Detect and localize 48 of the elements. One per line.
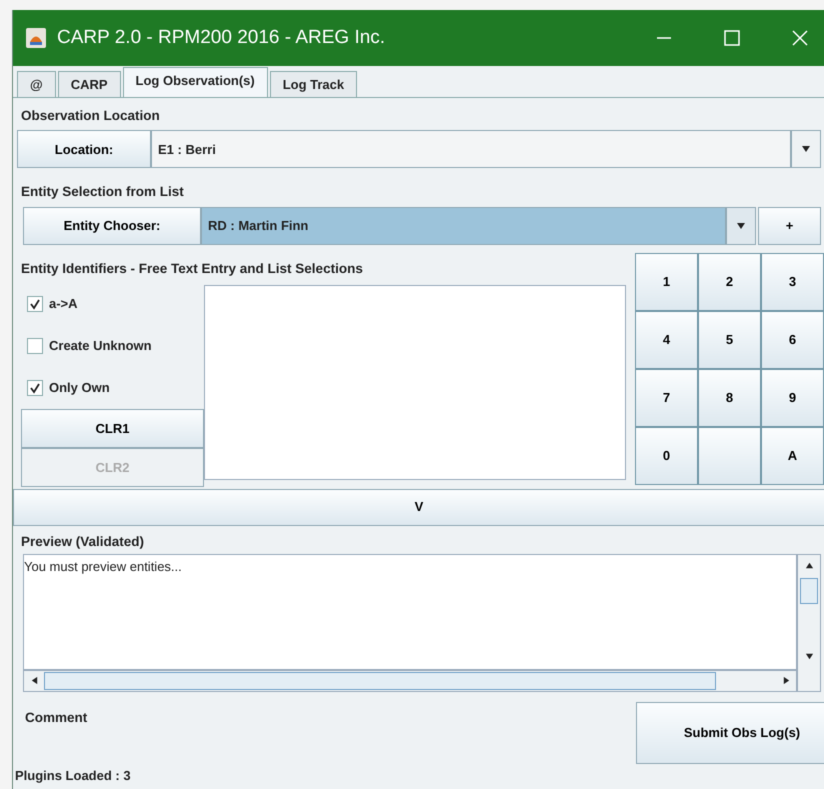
window-title: CARP 2.0 - RPM200 2016 - AREG Inc. — [57, 26, 386, 50]
checkbox[interactable] — [27, 338, 43, 354]
location-button[interactable]: Location: — [17, 130, 151, 168]
preview-text: You must preview entities... — [24, 558, 183, 576]
tab[interactable]: @ — [17, 71, 56, 97]
app-icon — [25, 27, 47, 49]
scroll-right-icon[interactable] — [782, 676, 790, 686]
vertical-scrollbar[interactable] — [797, 554, 821, 692]
keypad-button[interactable]: 1 — [635, 252, 698, 310]
keypad-button[interactable] — [698, 426, 761, 484]
checkbox-label: a->A — [49, 295, 78, 313]
keypad-button[interactable]: 8 — [698, 368, 761, 426]
keypad-button[interactable]: 0 — [635, 426, 698, 484]
tab[interactable]: CARP — [58, 71, 121, 97]
checkbox[interactable] — [27, 296, 43, 312]
horizontal-scrollbar[interactable] — [23, 670, 797, 692]
expand-button[interactable]: V — [13, 488, 824, 526]
scroll-down-icon[interactable] — [804, 652, 814, 661]
keypad-button[interactable]: A — [761, 426, 824, 484]
comment-label: Comment — [24, 708, 88, 727]
section-heading: Observation Location — [20, 107, 161, 125]
keypad-button[interactable]: 3 — [761, 252, 824, 310]
section-heading: Entity Selection from List — [20, 183, 185, 202]
entity-chooser-button[interactable]: Entity Chooser: — [23, 206, 201, 244]
keypad-button[interactable]: 7 — [635, 368, 698, 426]
add-button[interactable]: + — [758, 206, 821, 244]
submit-button[interactable]: Submit Obs Log(s) — [636, 702, 824, 764]
section-heading: Entity Identifiers - Free Text Entry and List Selections — [20, 260, 364, 278]
checkbox[interactable] — [27, 380, 43, 396]
section-heading: Preview (Validated) — [20, 532, 146, 551]
keypad-button[interactable]: 6 — [761, 310, 824, 368]
tab[interactable]: Log Track — [270, 71, 358, 97]
scrollbar-thumb[interactable] — [44, 672, 716, 690]
location-dropdown[interactable]: E1 : Berri — [151, 130, 791, 168]
tab[interactable]: Log Observation(s) — [122, 67, 268, 97]
dropdown-arrow-icon[interactable] — [736, 220, 746, 230]
scroll-up-icon[interactable] — [804, 560, 814, 570]
keypad-button[interactable]: 9 — [761, 368, 824, 426]
keypad-button[interactable]: 4 — [635, 310, 698, 368]
clear-button[interactable]: CLR1 — [21, 408, 204, 448]
checkbox-label: Create Unknown — [49, 337, 152, 355]
dropdown-arrow-icon[interactable] — [801, 144, 811, 154]
keypad-button[interactable]: 5 — [698, 310, 761, 368]
checkbox-label: Only Own — [49, 379, 110, 397]
entity-dropdown[interactable]: RD : Martin Finn — [201, 206, 726, 244]
keypad-button[interactable]: 2 — [698, 252, 761, 310]
scrollbar-thumb[interactable] — [800, 578, 818, 604]
scroll-left-icon[interactable] — [30, 676, 38, 686]
